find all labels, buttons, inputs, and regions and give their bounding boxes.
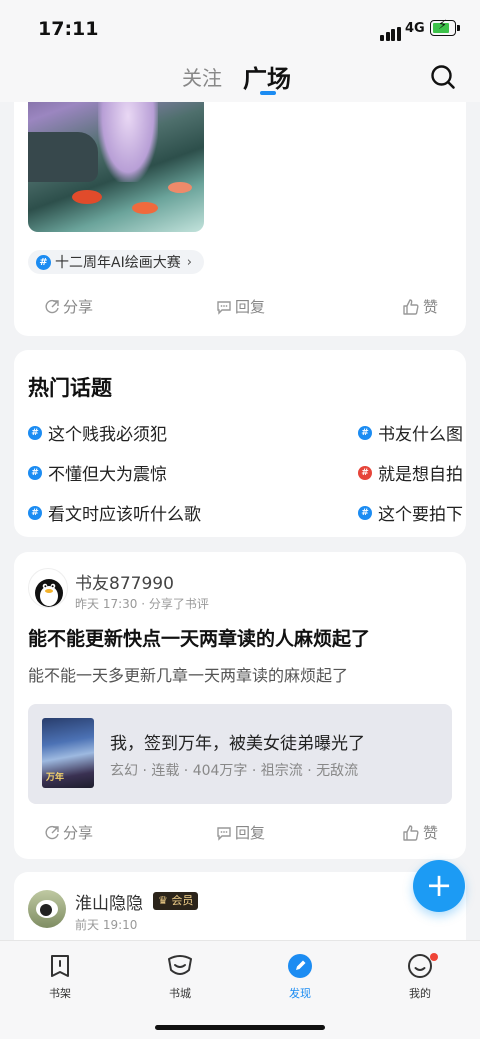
thumbs-up-icon [403,824,419,841]
bookshelf-icon [51,955,69,977]
topic-hash-icon: # [358,425,372,440]
top-nav: 关注 广场 [0,56,480,102]
share-icon [45,299,59,313]
topic-chip-label: 十二周年AI绘画大赛 [55,255,181,271]
book-card[interactable]: 万年 我，签到万年，被美女徒弟曝光了 玄幻 · 连载 · 404万字 · 祖宗流… [28,704,452,804]
home-indicator [155,1025,325,1030]
like-label: 赞 [423,298,439,316]
topic-hash-icon: # [28,425,42,440]
book-meta: 玄幻 · 连载 · 404万字 · 祖宗流 · 无敌流 [110,763,359,779]
post-image[interactable] [28,102,204,232]
reply-button[interactable]: 回复 [216,296,265,317]
tab-profile[interactable]: 我的 [390,953,450,1001]
penguin-avatar-icon [35,579,63,607]
notification-dot [430,953,438,961]
user-name[interactable]: 书友877990 [75,569,174,594]
post-meta: 昨天 17:30 · 分享了书评 [75,597,209,611]
book-title: 我，签到万年，被美女徒弟曝光了 [110,734,365,754]
post-card[interactable]: 书友877990 昨天 17:30 · 分享了书评 能不能更新快点一天两章读的人… [14,552,466,859]
topic-hash-icon: # [28,505,42,520]
hot-topic-item[interactable]: # 看文时应该听什么歌 [28,500,201,525]
reply-label: 回复 [235,824,266,842]
tab-follow[interactable]: 关注 [182,62,222,91]
reply-label: 回复 [235,298,266,316]
tab-square[interactable]: 广场 [243,59,291,94]
like-label: 赞 [423,824,439,842]
post-meta: 前天 19:10 [75,918,138,932]
feed[interactable]: # 十二周年AI绘画大赛 › 分享 回复 赞 热门话题 # 这个贱我必须犯 # 书 [0,102,480,940]
hot-topic-item[interactable]: # 就是想自拍 [358,460,463,485]
chevron-right-icon: › [186,254,192,270]
comment-icon [217,300,231,315]
bottom-tab-bar: 书架 书城 发现 我的 [0,940,480,1039]
tab-bookstore[interactable]: 书城 [150,953,210,1001]
share-label: 分享 [63,824,94,842]
tab-discover[interactable]: 发现 [270,953,330,1001]
hot-topic-hash-icon: # [358,465,372,480]
post-title[interactable]: 能不能更新快点一天两章读的人麻烦起了 [28,624,370,651]
like-button[interactable]: 赞 [402,296,438,317]
hot-topic-item[interactable]: # 这个要拍下 [358,500,463,525]
topic-chip[interactable]: # 十二周年AI绘画大赛 › [28,250,204,274]
reply-button[interactable]: 回复 [216,822,265,843]
hot-topic-item[interactable]: # 书友什么图 [358,420,463,445]
avatar[interactable] [28,890,66,928]
book-cover: 万年 [42,718,94,788]
battery-icon: ⚡ [430,18,460,36]
tab-bookshelf[interactable]: 书架 [30,953,90,1001]
share-button[interactable]: 分享 [44,822,93,843]
active-tab-indicator [260,91,276,95]
post-actions: 分享 回复 赞 [14,822,466,846]
comment-icon [217,826,231,841]
topic-hash-icon: # [28,465,42,480]
avatar[interactable] [28,568,68,608]
status-bar: 17:11 4G ⚡ [0,0,480,56]
status-time: 17:11 [38,18,99,40]
post-card[interactable]: # 十二周年AI绘画大赛 › 分享 回复 赞 [14,102,466,336]
network-type: 4G [405,21,425,36]
post-actions: 分享 回复 赞 [14,296,466,320]
share-label: 分享 [63,298,94,316]
hot-topic-item[interactable]: # 不懂但大为震惊 [28,460,167,485]
hot-topic-item[interactable]: # 这个贱我必须犯 [28,420,167,445]
share-button[interactable]: 分享 [44,296,93,317]
topic-hash-icon: # [358,505,372,520]
post-card[interactable]: 淮山隐隐 ♛ 会员 前天 19:10 [14,872,466,940]
like-button[interactable]: 赞 [402,822,438,843]
search-icon[interactable] [430,64,456,90]
share-icon [45,825,59,839]
post-text[interactable]: 能不能一天多更新几章一天两章读的麻烦起了 [28,662,348,686]
bookstore-icon [168,955,192,975]
compose-button[interactable]: + [413,860,465,912]
hot-topics-card: 热门话题 # 这个贱我必须犯 # 书友什么图 # 不懂但大为震惊 # 就是想自拍 # 看文… [14,350,466,537]
thumbs-up-icon [403,298,419,315]
topic-hash-icon: # [36,254,51,270]
vip-badge: ♛ 会员 [153,892,199,910]
signal-icon [380,22,402,41]
discover-icon [288,954,312,978]
hot-topics-title: 热门话题 [28,376,112,400]
user-name[interactable]: 淮山隐隐 [75,889,143,914]
